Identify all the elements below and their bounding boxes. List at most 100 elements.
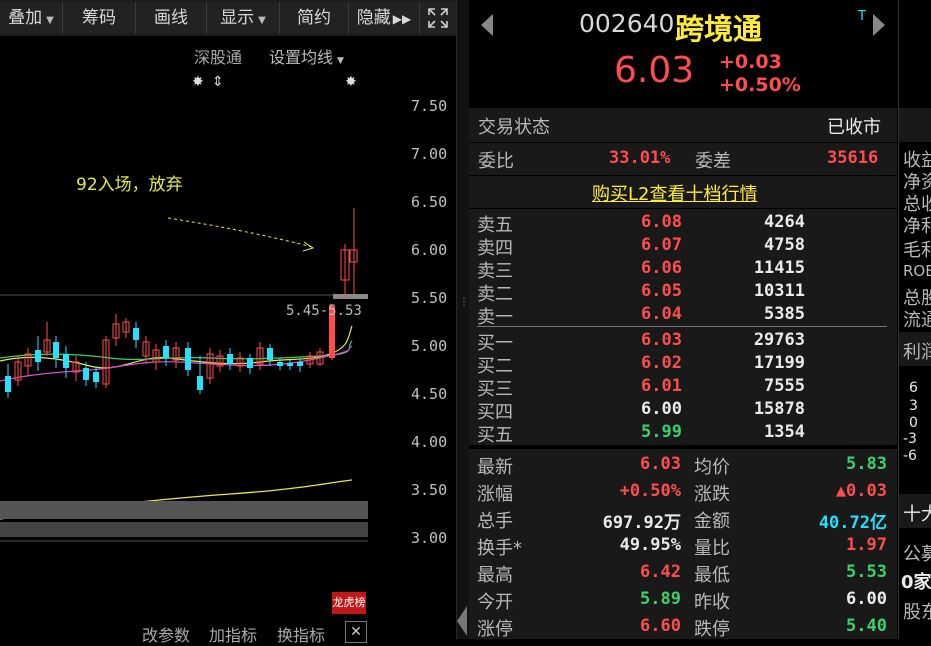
ask-volume: 4264 (764, 212, 805, 232)
price-axis-tick: 7.00 (411, 145, 448, 163)
bid-price[interactable]: 5.99 (641, 422, 682, 442)
ask-price[interactable]: 6.05 (641, 281, 682, 301)
stat-value: 697.92万 (602, 513, 681, 533)
draw-line-button[interactable]: 画线 (136, 2, 207, 34)
price-axis-tick: 7.50 (411, 97, 448, 115)
stat-label: 最高 (477, 565, 513, 586)
ask-price[interactable]: 6.06 (641, 258, 682, 278)
order-book: 卖五 6.08 4264 卖四 6.07 4758 卖三 6.06 11415 … (469, 209, 897, 446)
stat-value: 5.53 (846, 562, 887, 582)
stat-value: 5.83 (846, 454, 887, 474)
ask-volume: 5385 (764, 304, 805, 324)
ask-price[interactable]: 6.08 (641, 212, 682, 232)
fund-item: 净利 (903, 216, 931, 237)
profit-tab[interactable]: 利润 (903, 338, 931, 364)
panel-splitter[interactable]: ⋮ (456, 0, 470, 639)
bid-price[interactable]: 6.01 (641, 376, 682, 396)
order-ratio-row: 委比 33.01% 委差 35616 (469, 143, 897, 175)
stat-value: 49.95% (619, 535, 681, 555)
fund-announce-label: 公募 (903, 544, 931, 565)
order-book-divider (477, 326, 887, 327)
bid-volume: 29763 (753, 330, 805, 350)
hide-label: 隐藏 (356, 8, 391, 28)
price-change-pct: +0.50% (719, 74, 801, 96)
stats-panel: 最新 6.03 均价 5.83 涨幅 +0.50% 涨跌 ▲0.03 总手 69… (469, 449, 897, 640)
profit-axis-tick: -3 (903, 431, 917, 447)
current-price: 6.03 (614, 50, 695, 91)
fund-item: 流通 (903, 310, 931, 331)
fund-item: ROE (903, 262, 931, 280)
top10-tab[interactable]: 十大 (903, 500, 931, 526)
hide-button[interactable]: 隐藏 ▶▶ (349, 2, 420, 34)
ask-volume: 4758 (764, 235, 805, 255)
next-stock-icon[interactable] (873, 14, 885, 36)
add-indicator-button[interactable]: 加指标 (209, 622, 257, 646)
order-ratio-label: 委比 (478, 151, 514, 172)
stat-value: 40.72亿 (818, 513, 887, 533)
collapse-arrow-icon[interactable] (457, 606, 467, 636)
previous-stock-icon[interactable] (481, 14, 493, 36)
close-icon[interactable]: ✕ (345, 621, 367, 643)
stat-value: 1.97 (846, 535, 887, 555)
bid-price[interactable]: 6.00 (641, 399, 682, 419)
trade-status-value: 已收市 (827, 117, 881, 138)
stat-value: +0.50% (619, 481, 681, 501)
fullscreen-button[interactable] (420, 2, 456, 34)
shareholders-label: 股东 (903, 602, 931, 623)
stat-value: 5.40 (846, 616, 887, 636)
stat-label: 量比 (694, 538, 730, 559)
ask-price[interactable]: 6.07 (641, 235, 682, 255)
stat-label: 涨幅 (477, 484, 513, 505)
price-axis-tick: 6.00 (411, 241, 448, 259)
buy-l2-link[interactable]: 购买L2查看十档行情 (592, 180, 757, 206)
bid-volume: 1354 (764, 422, 805, 442)
profit-axis-tick: 6 (909, 380, 918, 396)
stat-label: 金额 (694, 511, 730, 532)
bid-label: 买五 (477, 425, 513, 446)
stock-code: 002640 (579, 9, 675, 38)
profit-axis-tick: 3 (909, 398, 918, 414)
drag-handle-icon: ⋮ (459, 297, 469, 308)
bid-price[interactable]: 6.02 (641, 353, 682, 373)
stat-value: 6.60 (640, 616, 681, 636)
ask-price[interactable]: 6.04 (641, 304, 682, 324)
bid-volume: 7555 (764, 376, 805, 396)
fund-count: 0家 (901, 572, 931, 593)
chevron-down-icon: ▼ (46, 15, 54, 26)
quote-panel: 002640 跨境通 T 6.03 +0.03 +0.50% 交易状态 已收市 … (469, 0, 897, 640)
chevron-down-icon: ▼ (258, 15, 266, 26)
change-params-button[interactable]: 改参数 (142, 622, 190, 646)
trade-status-label: 交易状态 (478, 117, 550, 138)
double-chevron-right-icon: ▶▶ (392, 12, 412, 26)
profit-axis-tick: -6 (903, 448, 917, 464)
top10-tab-row: 十大 (899, 494, 931, 528)
kline-canvas (0, 208, 368, 542)
fundamentals-header (899, 108, 931, 142)
stat-value: 5.89 (640, 589, 681, 609)
stat-label: 涨跌 (694, 484, 730, 505)
kline-chart[interactable]: 深股通 设置均线 ▼ ✸ ⇕ ✸ 92入场，放弃 5.45-5.53 7.50 … (0, 36, 456, 645)
chips-button[interactable]: 筹码 (63, 2, 136, 34)
t-plus-mark: T (858, 9, 866, 24)
price-axis-tick: 4.00 (411, 433, 448, 451)
price-axis-tick: 3.00 (411, 529, 448, 547)
chart-toolbar: 叠加 ▼ 筹码 画线 显示 ▼ 简约 隐藏 ▶▶ (0, 0, 456, 37)
order-diff-value: 35616 (827, 148, 879, 168)
price-axis-tick: 5.00 (411, 337, 448, 355)
stat-label: 跌停 (694, 619, 730, 640)
compact-button[interactable]: 简约 (280, 2, 349, 34)
switch-indicator-button[interactable]: 换指标 (277, 622, 325, 646)
display-button[interactable]: 显示 ▼ (207, 2, 280, 34)
bid-volume: 15878 (753, 399, 805, 419)
stat-label: 均价 (694, 457, 730, 478)
price-range-label: 5.45-5.53 (286, 303, 362, 319)
dragon-tiger-badge[interactable]: 龙虎榜 (332, 592, 366, 614)
bid-price[interactable]: 6.03 (641, 330, 682, 350)
stat-value: 6.03 (640, 454, 681, 474)
bid-volume: 17199 (753, 353, 805, 373)
ask-volume: 10311 (753, 281, 805, 301)
trade-status-row: 交易状态 已收市 (469, 108, 897, 142)
overlay-button[interactable]: 叠加 ▼ (0, 2, 63, 34)
stat-label: 涨停 (477, 619, 513, 640)
fund-item: 毛利 (903, 240, 931, 261)
